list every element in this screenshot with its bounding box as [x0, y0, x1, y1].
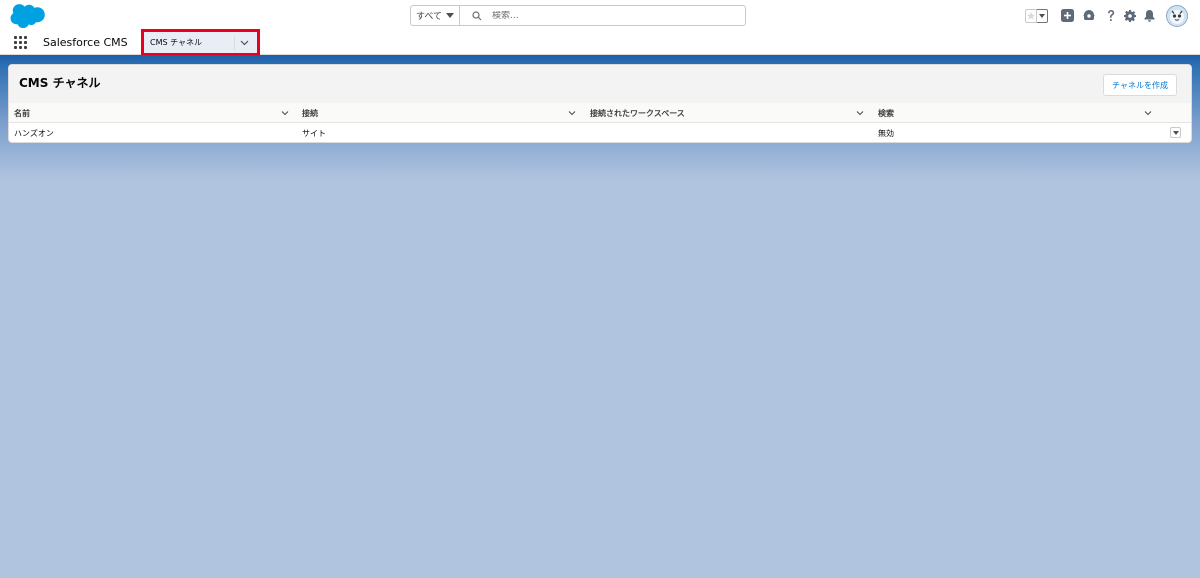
bell-icon — [1144, 9, 1154, 22]
list-view-card: CMS チャネル チャネルを作成 名前 接続 接続されたワークスペース 検索 ハ… — [8, 64, 1192, 143]
search-icon — [472, 10, 482, 20]
help-icon — [1108, 9, 1115, 21]
app-name: Salesforce CMS — [43, 36, 128, 49]
table-header: 名前 接続 接続されたワークスペース 検索 — [9, 103, 1191, 123]
nav-item-cms-channels[interactable]: CMS チャネル — [141, 29, 260, 56]
cell-connection: サイト — [302, 128, 326, 138]
global-search-box[interactable] — [460, 5, 746, 26]
create-channel-button[interactable]: チャネルを作成 — [1103, 74, 1177, 96]
trailhead-button[interactable] — [1081, 0, 1097, 31]
user-avatar[interactable] — [1165, 0, 1189, 31]
cell-name[interactable]: ハンズオン — [14, 123, 54, 142]
favorites-list-button[interactable] — [1036, 8, 1048, 23]
plus-icon — [1060, 9, 1074, 22]
app-launcher-icon[interactable] — [14, 36, 28, 50]
help-button[interactable] — [1104, 0, 1118, 31]
chevron-down-icon[interactable] — [1144, 109, 1152, 117]
caret-down-icon — [446, 13, 454, 18]
setup-button[interactable] — [1123, 0, 1137, 31]
column-header-name[interactable]: 名前 — [14, 103, 30, 123]
search-scope-label: すべて — [415, 12, 442, 22]
column-header-connected-workspace[interactable]: 接続されたワークスペース — [590, 103, 685, 123]
global-search-input[interactable] — [492, 10, 712, 21]
chevron-down-icon[interactable] — [568, 109, 576, 117]
column-header-connection[interactable]: 接続 — [302, 103, 318, 123]
global-header: すべて — [0, 0, 1200, 31]
notifications-button[interactable] — [1142, 0, 1156, 31]
card-header: CMS チャネル チャネルを作成 — [9, 65, 1191, 103]
favorites-group — [1023, 0, 1049, 31]
global-actions-button[interactable] — [1059, 0, 1075, 31]
chevron-down-icon[interactable] — [281, 109, 289, 117]
row-actions-button[interactable] — [1170, 127, 1181, 138]
search-scope-dropdown[interactable]: すべて — [410, 5, 460, 26]
nav-item-label: CMS チャネル — [150, 38, 203, 47]
page-title: CMS チャネル — [19, 76, 101, 90]
nav-item-divider — [234, 36, 235, 50]
favorite-star-icon[interactable] — [1024, 8, 1037, 23]
caret-down-icon — [1038, 13, 1045, 18]
chevron-down-icon[interactable] — [856, 109, 864, 117]
salesforce-logo[interactable] — [10, 4, 46, 28]
column-header-search[interactable]: 検索 — [878, 103, 894, 123]
caret-down-icon — [1172, 130, 1179, 135]
table-row: ハンズオン サイト 無効 — [9, 123, 1191, 142]
avatar-icon — [1166, 4, 1188, 27]
gear-icon — [1124, 9, 1136, 22]
chevron-down-icon[interactable] — [240, 40, 249, 46]
trailhead-icon — [1083, 10, 1095, 20]
cell-search: 無効 — [878, 128, 894, 138]
